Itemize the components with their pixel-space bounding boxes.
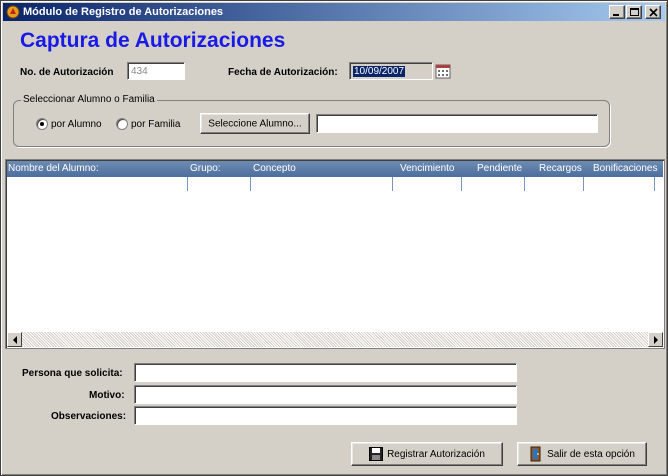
title-bar[interactable]: Módulo de Registro de Autorizaciones <box>3 3 665 21</box>
grid-col-divider <box>392 177 393 191</box>
radio-por-alumno[interactable] <box>36 118 48 130</box>
auth-date-value: 10/09/2007 <box>353 66 406 77</box>
auth-number-field[interactable]: 434 <box>127 62 185 80</box>
calendar-icon[interactable] <box>435 63 451 79</box>
auth-number-label: No. de Autorización <box>20 67 114 78</box>
grid-col-divider <box>583 177 584 191</box>
concepts-grid[interactable]: Nombre del Alumno: Grupo: Concepto Venci… <box>5 159 665 349</box>
persona-field[interactable] <box>134 363 517 382</box>
minimize-button[interactable] <box>609 5 625 19</box>
close-icon <box>649 8 658 17</box>
exit-button[interactable]: Salir de esta opción <box>517 442 647 466</box>
col-pendiente[interactable]: Pendiente <box>477 163 522 174</box>
col-vencimiento[interactable]: Vencimiento <box>400 163 454 174</box>
persona-label: Persona que solicita: <box>22 368 123 379</box>
grid-col-divider <box>187 177 188 191</box>
radio-selected-dot <box>40 122 44 126</box>
select-alumno-button[interactable]: Seleccione Alumno... <box>200 113 310 134</box>
select-group-title: Seleccionar Alumno o Familia <box>21 94 157 105</box>
motivo-label: Motivo: <box>89 390 125 401</box>
auth-date-field[interactable]: 10/09/2007 <box>349 62 433 80</box>
arrow-right-icon <box>654 336 658 344</box>
grid-col-divider <box>250 177 251 191</box>
col-bonificaciones[interactable]: Bonificaciones <box>593 163 657 174</box>
app-icon <box>6 5 20 19</box>
radio-por-familia-label[interactable]: por Familia <box>131 119 180 130</box>
minimize-icon <box>613 14 619 16</box>
save-icon <box>369 447 384 461</box>
col-nombre[interactable]: Nombre del Alumno: <box>8 163 99 174</box>
grid-col-divider <box>524 177 525 191</box>
window-title: Módulo de Registro de Autorizaciones <box>23 6 224 18</box>
observaciones-field[interactable] <box>134 406 517 425</box>
radio-por-alumno-label[interactable]: por Alumno <box>51 119 102 130</box>
radio-por-familia[interactable] <box>116 118 128 130</box>
selection-field[interactable] <box>316 114 598 133</box>
horizontal-scrollbar[interactable] <box>7 332 663 347</box>
observaciones-label: Observaciones: <box>51 411 127 422</box>
exit-button-label: Salir de esta opción <box>547 448 635 460</box>
motivo-field[interactable] <box>134 385 517 404</box>
register-button[interactable]: Registrar Autorización <box>351 442 503 466</box>
scroll-left-button[interactable] <box>7 332 22 347</box>
arrow-left-icon <box>13 336 17 344</box>
exit-door-icon <box>530 446 541 462</box>
grid-col-divider <box>461 177 462 191</box>
scroll-track[interactable] <box>22 332 648 347</box>
col-concepto[interactable]: Concepto <box>253 163 296 174</box>
grid-col-divider <box>654 177 655 191</box>
scroll-right-button[interactable] <box>648 332 663 347</box>
auth-date-label: Fecha de Autorización: <box>228 67 338 78</box>
select-alumno-button-label: Seleccione Alumno... <box>208 118 302 129</box>
maximize-icon <box>630 8 639 16</box>
register-button-label: Registrar Autorización <box>387 448 485 460</box>
maximize-button[interactable] <box>626 5 642 19</box>
close-button[interactable] <box>645 5 661 19</box>
grid-header: Nombre del Alumno: Grupo: Concepto Venci… <box>7 161 663 177</box>
col-grupo[interactable]: Grupo: <box>190 163 221 174</box>
main-window: Módulo de Registro de Autorizaciones Cap… <box>0 0 668 476</box>
page-title: Captura de Autorizaciones <box>20 29 286 52</box>
col-recargos[interactable]: Recargos <box>539 163 582 174</box>
